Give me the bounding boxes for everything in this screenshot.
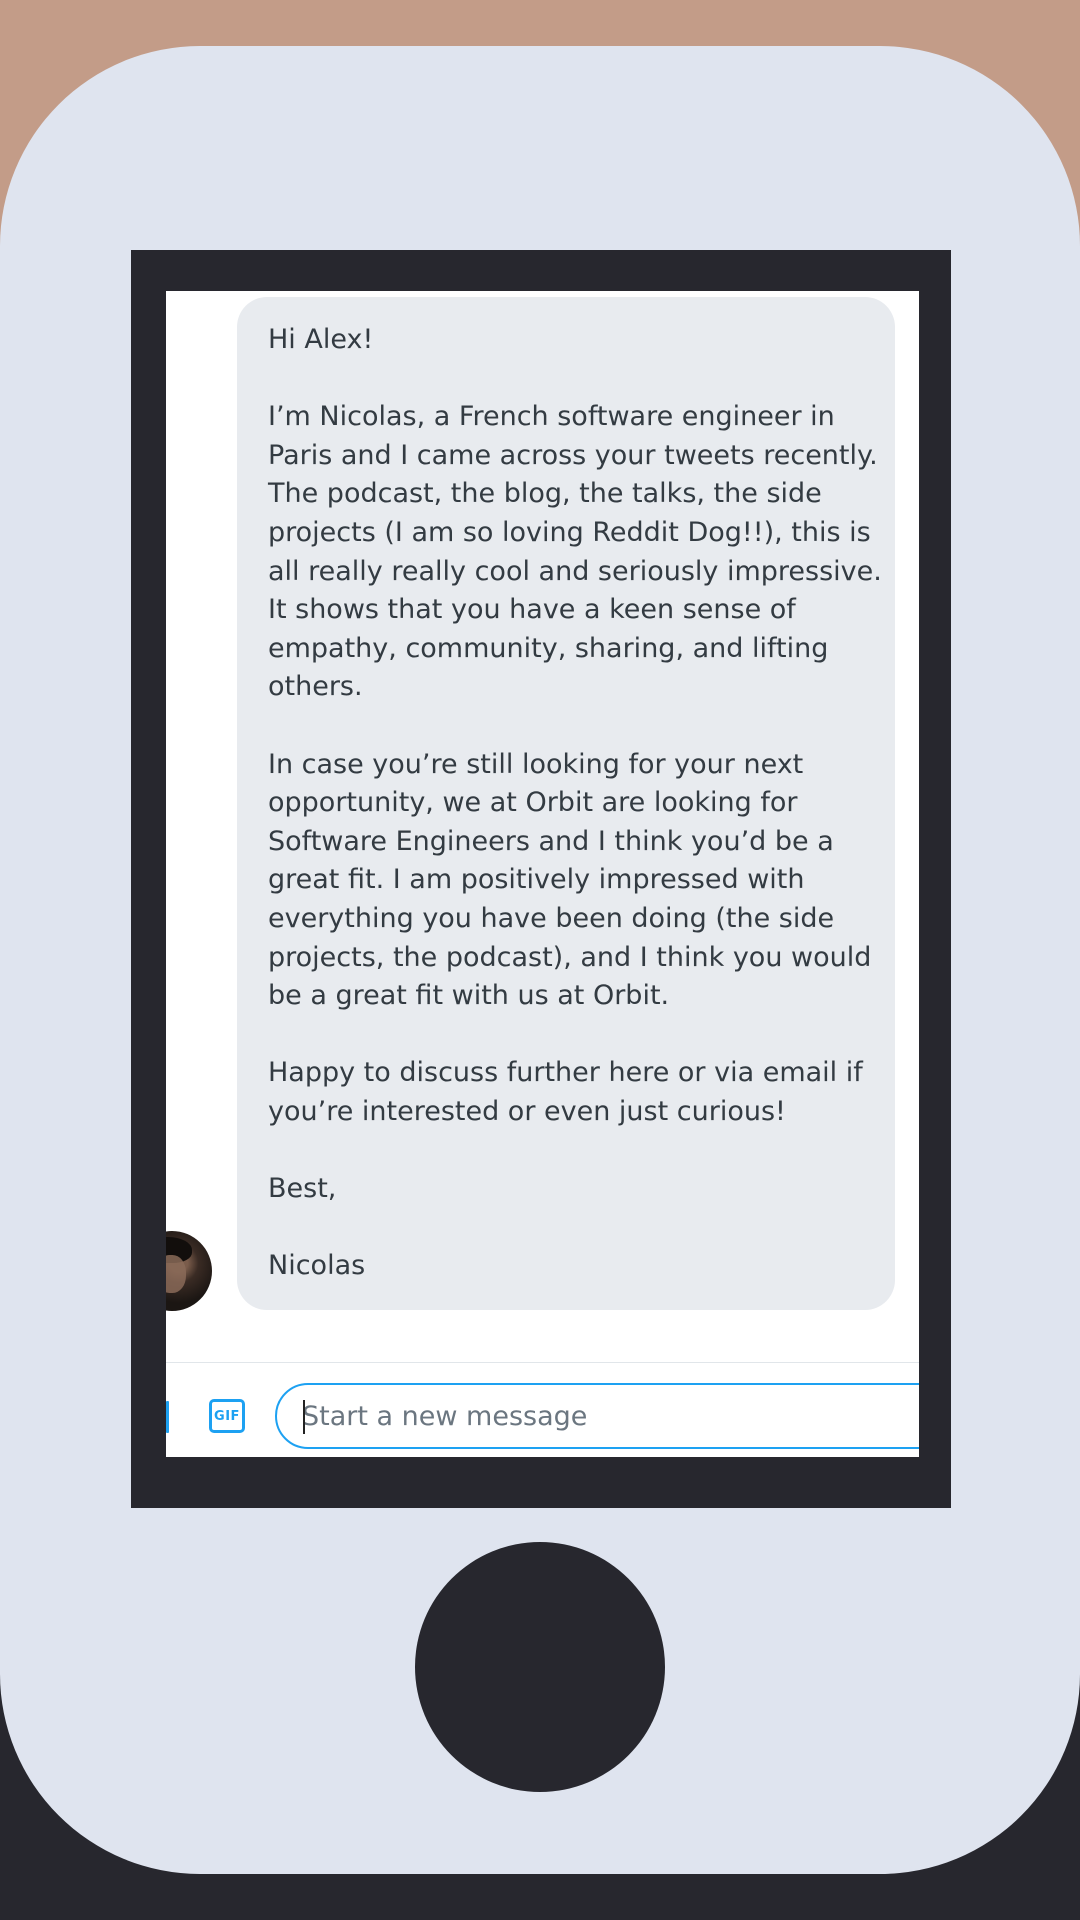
message-text: Hi Alex! I’m Nicolas, a French software … bbox=[268, 321, 882, 1286]
message-line: empathy, community, sharing, and lifting bbox=[268, 632, 829, 664]
gif-icon: GIF bbox=[214, 1408, 240, 1424]
composer-divider bbox=[166, 1362, 919, 1363]
message-paragraph-pitch: In case you’re still looking for your ne… bbox=[268, 746, 871, 1016]
avatar-face bbox=[166, 1255, 186, 1293]
new-message-input[interactable] bbox=[302, 1400, 862, 1432]
message-line: opportunity, we at Orbit are looking for bbox=[268, 787, 798, 819]
message-line: be a great fit with us at Orbit. bbox=[268, 980, 670, 1012]
message-line: Software Engineers and I think you’d be … bbox=[268, 825, 834, 857]
message-paragraph-followup: Happy to discuss further here or via ema… bbox=[268, 1054, 865, 1131]
message-line: I’m Nicolas, a French software engineer … bbox=[268, 401, 835, 433]
home-button[interactable] bbox=[415, 1542, 665, 1792]
message-line: Happy to discuss further here or via ema… bbox=[268, 1057, 863, 1089]
message-line: everything you have been doing (the side bbox=[268, 902, 835, 934]
message-line: It shows that you have a keen sense of bbox=[268, 594, 796, 626]
gif-button[interactable]: GIF bbox=[209, 1399, 245, 1433]
message-line: Nicolas bbox=[268, 1250, 366, 1282]
message-line: projects (I am so loving Reddit Dog!!), … bbox=[268, 516, 871, 548]
text-caret bbox=[303, 1400, 305, 1434]
message-line: great fit. I am positively impressed wit… bbox=[268, 864, 805, 896]
message-line: projects, the podcast), and I think you … bbox=[268, 941, 872, 973]
media-icon[interactable] bbox=[166, 1401, 169, 1433]
message-paragraph-intro: I’m Nicolas, a French software engineer … bbox=[268, 398, 882, 707]
sender-avatar[interactable] bbox=[166, 1231, 212, 1311]
message-line: others. bbox=[268, 671, 363, 703]
message-paragraph-signature: Nicolas bbox=[268, 1247, 865, 1286]
message-line: The podcast, the blog, the talks, the si… bbox=[268, 478, 822, 510]
phone-screen: Hi Alex! I’m Nicolas, a French software … bbox=[166, 291, 919, 1457]
message-line: In case you’re still looking for your ne… bbox=[268, 748, 804, 780]
message-line: Paris and I came across your tweets rece… bbox=[268, 439, 878, 471]
message-line: all really really cool and seriously imp… bbox=[268, 555, 882, 587]
message-line: Best, bbox=[268, 1173, 337, 1205]
message-paragraph-signoff: Best, bbox=[268, 1170, 865, 1209]
message-paragraph-greeting: Hi Alex! bbox=[268, 321, 865, 360]
message-line: Hi Alex! bbox=[268, 324, 374, 355]
message-line: you’re interested or even just curious! bbox=[268, 1095, 786, 1127]
message-composer[interactable] bbox=[275, 1383, 919, 1449]
message-bubble: Hi Alex! I’m Nicolas, a French software … bbox=[237, 297, 895, 1310]
